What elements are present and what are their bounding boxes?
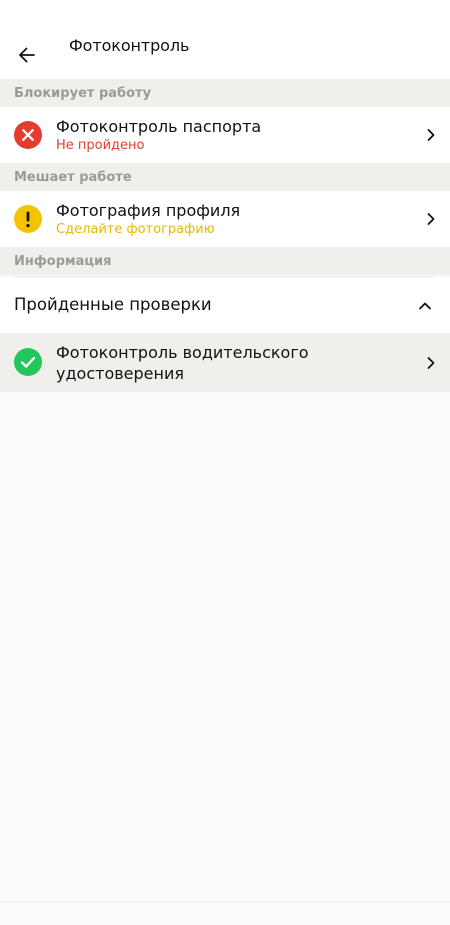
chevron-right-icon [427, 357, 435, 369]
divider [14, 276, 434, 277]
page-title: Фотоконтроль [69, 36, 190, 55]
bottom-divider [0, 901, 450, 902]
item-title-line-1: Фотоконтроль водительского [56, 343, 309, 362]
item-status: Сделайте фотографию [56, 222, 215, 237]
section-header-info: Информация [0, 247, 450, 275]
item-title-line-2: удостоверения [56, 364, 184, 383]
screen: Фотоконтроль Блокирует работу Фотоконтро… [0, 0, 450, 925]
error-cross-icon [14, 121, 42, 149]
passed-checks-label: Пройденные проверки [14, 295, 212, 314]
profile-photo-item[interactable]: Фотография профиля Сделайте фотографию [0, 191, 450, 247]
passed-checks-toggle[interactable]: Пройденные проверки [0, 278, 450, 333]
warning-exclamation-icon [14, 205, 42, 233]
item-title: Фотоконтроль водительского удостоверения [56, 342, 309, 384]
section-header-blocking: Блокирует работу [0, 79, 450, 107]
section-header-interfering: Мешает работе [0, 163, 450, 191]
item-title: Фотоконтроль паспорта [56, 117, 262, 136]
chevron-right-icon [427, 129, 435, 141]
item-status: Не пройдено [56, 138, 145, 153]
top-bar: Фотоконтроль [0, 0, 450, 80]
check-icon [14, 348, 42, 376]
chevron-right-icon [427, 213, 435, 225]
back-button[interactable] [10, 38, 44, 72]
driver-license-check-item[interactable]: Фотоконтроль водительского удостоверения [0, 333, 450, 392]
arrow-left-icon [19, 47, 35, 63]
item-title: Фотография профиля [56, 201, 241, 220]
chevron-up-icon [419, 302, 431, 310]
passport-photo-check-item[interactable]: Фотоконтроль паспорта Не пройдено [0, 107, 450, 163]
